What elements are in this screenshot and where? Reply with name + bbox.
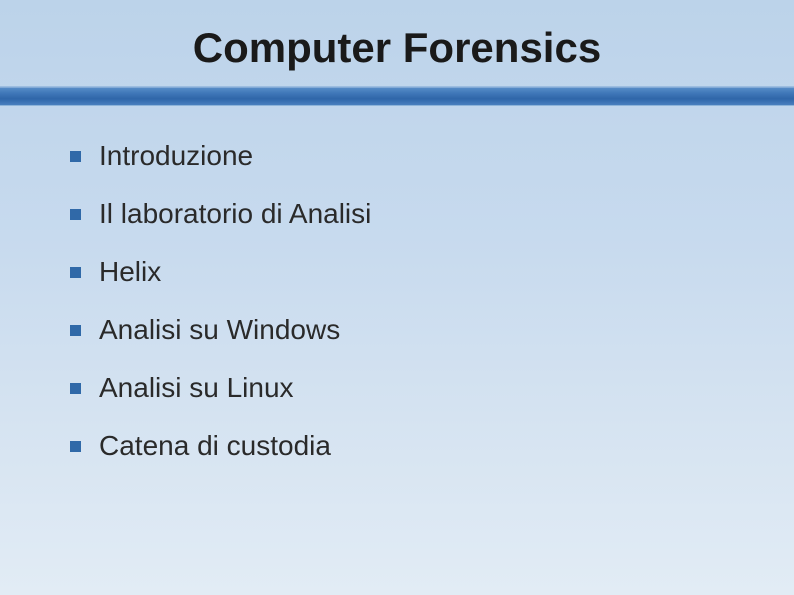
square-bullet-icon (70, 151, 81, 162)
list-item: Catena di custodia (70, 430, 724, 462)
square-bullet-icon (70, 325, 81, 336)
list-item-label: Helix (99, 256, 161, 288)
list-item-label: Introduzione (99, 140, 253, 172)
list-item: Analisi su Windows (70, 314, 724, 346)
list-item: Helix (70, 256, 724, 288)
list-item-label: Catena di custodia (99, 430, 331, 462)
list-item-label: Il laboratorio di Analisi (99, 198, 371, 230)
list-item-label: Analisi su Linux (99, 372, 294, 404)
list-item: Analisi su Linux (70, 372, 724, 404)
title-divider-bar (0, 86, 794, 106)
square-bullet-icon (70, 209, 81, 220)
list-item-label: Analisi su Windows (99, 314, 340, 346)
square-bullet-icon (70, 383, 81, 394)
list-item: Il laboratorio di Analisi (70, 198, 724, 230)
slide-title: Computer Forensics (0, 24, 794, 72)
list-item: Introduzione (70, 140, 724, 172)
square-bullet-icon (70, 267, 81, 278)
slide-content: Introduzione Il laboratorio di Analisi H… (0, 106, 794, 462)
square-bullet-icon (70, 441, 81, 452)
title-band: Computer Forensics (0, 0, 794, 86)
